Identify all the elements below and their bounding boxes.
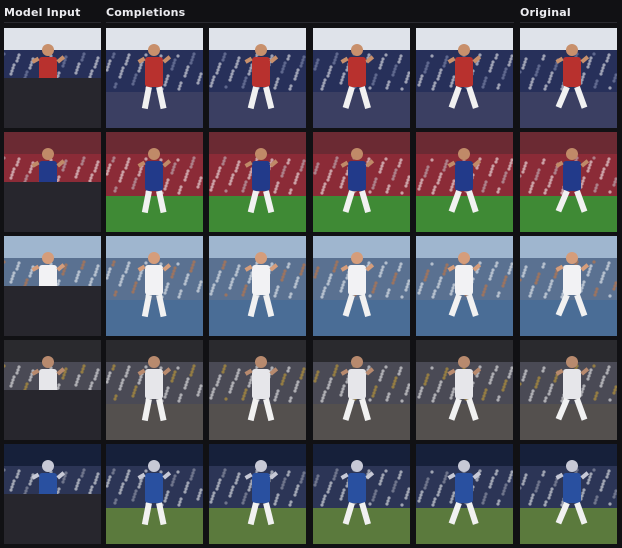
completions-underline xyxy=(106,22,514,23)
completion-image-1 xyxy=(106,132,203,232)
completion-image-1 xyxy=(106,444,203,544)
completion-image-4 xyxy=(416,340,513,440)
soccer-dribble-photo xyxy=(209,132,306,232)
model-input-image xyxy=(4,132,101,232)
completion-image-2 xyxy=(209,28,306,128)
original-header: Original xyxy=(520,6,571,19)
model-input-header: Model Input xyxy=(4,6,81,19)
masked-region xyxy=(4,494,101,544)
image-grid xyxy=(0,28,622,544)
original-image xyxy=(520,236,617,336)
model-input-image xyxy=(4,236,101,336)
completions-header: Completions xyxy=(106,6,186,19)
completion-image-3 xyxy=(313,236,410,336)
football-play-photo xyxy=(313,444,410,544)
basketball-dunk-photo xyxy=(313,28,410,128)
completion-image-4 xyxy=(416,132,513,232)
tennis-swing-photo xyxy=(209,236,306,336)
original-image xyxy=(520,28,617,128)
tennis-swing-photo xyxy=(416,236,513,336)
completion-image-2 xyxy=(209,132,306,232)
basketball-dunk-photo xyxy=(416,28,513,128)
original-image xyxy=(520,340,617,440)
soccer-dribble-photo xyxy=(313,132,410,232)
baseball-swing-photo xyxy=(520,340,617,440)
completion-image-1 xyxy=(106,28,203,128)
basketball-dunk-photo xyxy=(209,28,306,128)
tennis-swing-photo xyxy=(313,236,410,336)
completion-image-2 xyxy=(209,340,306,440)
completion-image-3 xyxy=(313,28,410,128)
completion-image-3 xyxy=(313,444,410,544)
original-image xyxy=(520,444,617,544)
tennis-swing-photo xyxy=(106,236,203,336)
football-play-photo xyxy=(520,444,617,544)
football-play-photo xyxy=(106,444,203,544)
football-play-photo xyxy=(416,444,513,544)
column-header-bar: Model Input Completions Original xyxy=(0,0,622,26)
baseball-swing-photo xyxy=(416,340,513,440)
masked-region xyxy=(4,182,101,232)
completion-image-4 xyxy=(416,236,513,336)
image-row-tennis-swing xyxy=(0,236,622,336)
completion-image-3 xyxy=(313,340,410,440)
image-row-basketball-dunk xyxy=(0,28,622,128)
baseball-swing-photo xyxy=(106,340,203,440)
masked-region xyxy=(4,78,101,128)
tennis-swing-photo xyxy=(520,236,617,336)
completion-image-2 xyxy=(209,444,306,544)
completion-image-4 xyxy=(416,444,513,544)
soccer-dribble-photo xyxy=(106,132,203,232)
masked-region xyxy=(4,390,101,440)
image-row-baseball-swing xyxy=(0,340,622,440)
model-input-image xyxy=(4,340,101,440)
completion-image-1 xyxy=(106,236,203,336)
masked-region xyxy=(4,286,101,336)
baseball-swing-photo xyxy=(209,340,306,440)
completion-image-3 xyxy=(313,132,410,232)
completion-image-1 xyxy=(106,340,203,440)
soccer-dribble-photo xyxy=(520,132,617,232)
completion-image-4 xyxy=(416,28,513,128)
completion-image-2 xyxy=(209,236,306,336)
model-input-underline xyxy=(4,22,101,23)
model-input-image xyxy=(4,28,101,128)
basketball-dunk-photo xyxy=(520,28,617,128)
image-row-soccer-dribble xyxy=(0,132,622,232)
soccer-dribble-photo xyxy=(416,132,513,232)
original-image xyxy=(520,132,617,232)
baseball-swing-photo xyxy=(313,340,410,440)
football-play-photo xyxy=(209,444,306,544)
image-row-football-play xyxy=(0,444,622,544)
basketball-dunk-photo xyxy=(106,28,203,128)
model-input-image xyxy=(4,444,101,544)
original-underline xyxy=(520,22,617,23)
